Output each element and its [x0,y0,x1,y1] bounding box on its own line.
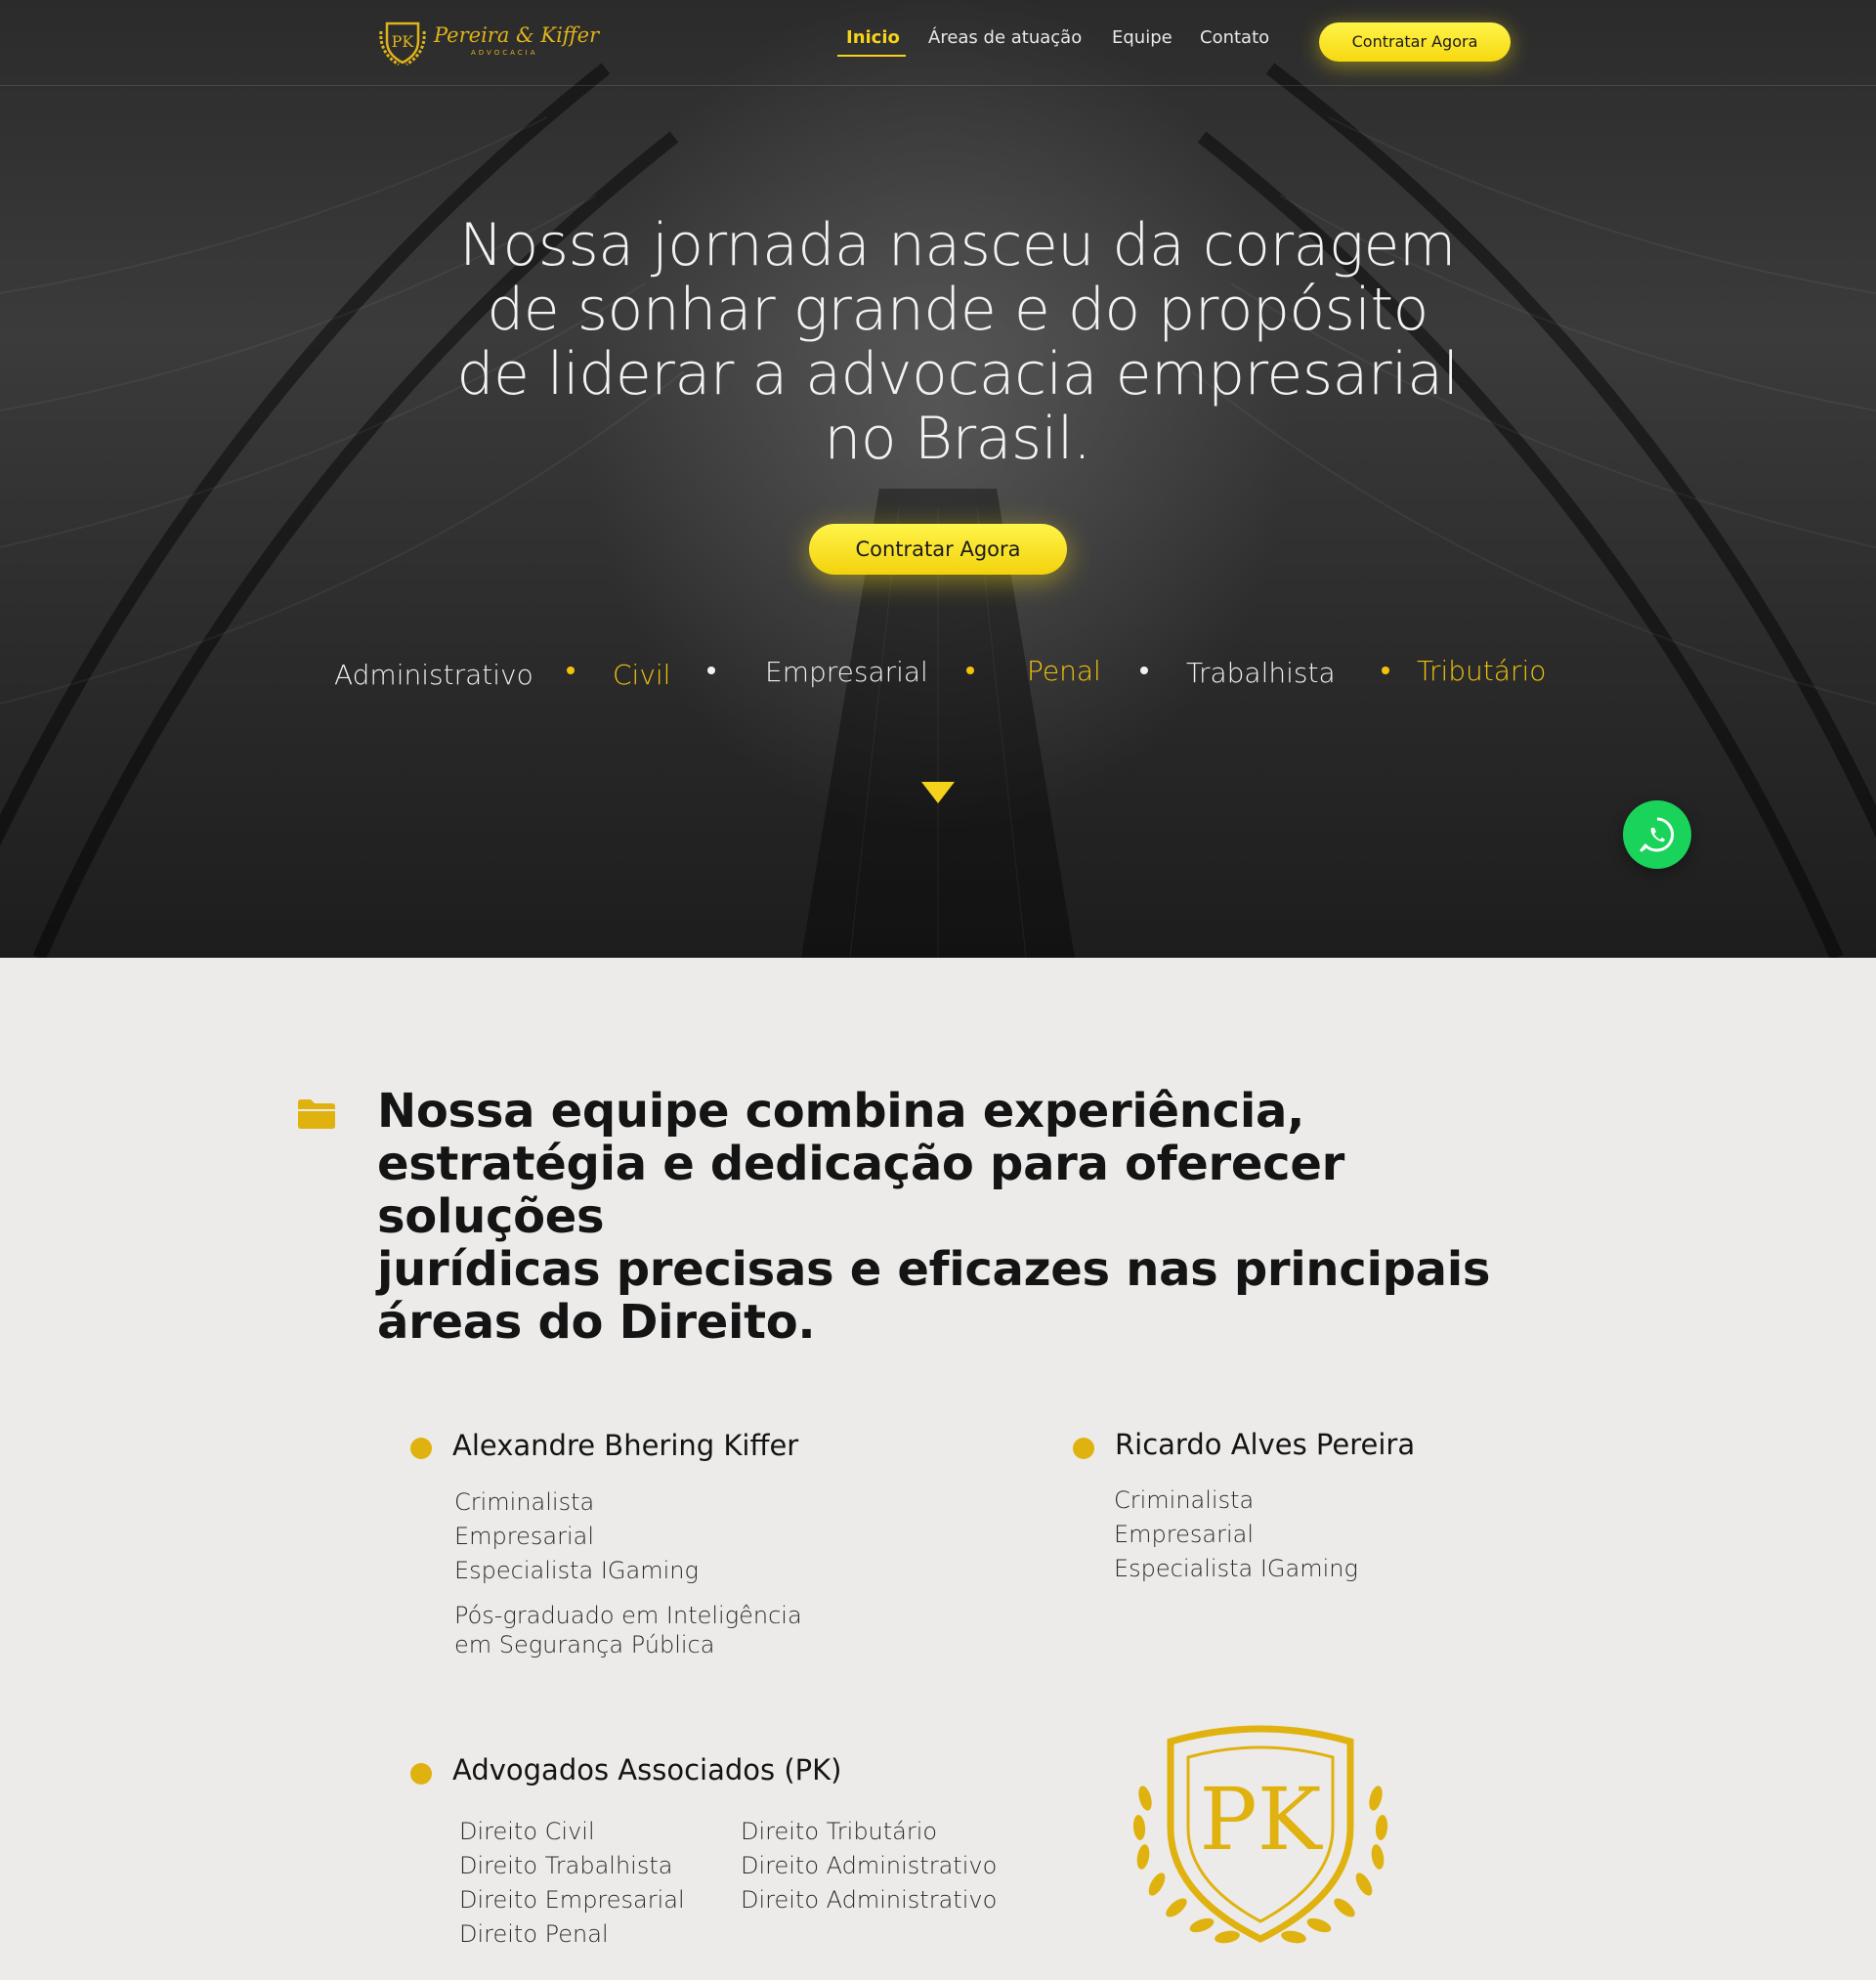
nav-contratar-button[interactable]: Contratar Agora [1319,22,1511,62]
person-specialty: Especialista IGaming [454,1557,699,1584]
area-tributario[interactable]: Tributário [1417,655,1546,687]
person-name-ricardo: Ricardo Alves Pereira [1115,1428,1416,1461]
team-heading-line: Nossa equipe combina experiência, [377,1084,1304,1139]
logo-subtext: ADVOCACIA [471,49,538,57]
nav-link-equipe[interactable]: Equipe [1112,27,1172,48]
whatsapp-button[interactable] [1623,800,1691,869]
area-separator-dot [966,667,974,674]
person-note: Pós-graduado em Inteligência em Seguranç… [454,1601,802,1659]
top-navbar: PK Pereira & Kiffer ADVOCACIA Inicio Áre… [0,0,1876,86]
person-note-line: em Segurança Pública [454,1631,715,1658]
team-heading-line: jurídicas precisas e eficazes nas princi… [377,1242,1491,1297]
svg-text:PK: PK [392,32,415,51]
person-specialty: Empresarial [454,1523,595,1550]
area-separator-dot [707,667,715,674]
person-specialty: Criminalista [454,1488,595,1516]
hero-title-line: de sonhar grande e do propósito [487,276,1428,344]
logo-crest-icon: PK [379,22,426,66]
associates-name: Advogados Associados (PK) [452,1753,842,1786]
logo[interactable]: PK Pereira & Kiffer ADVOCACIA [377,18,599,68]
area-civil[interactable]: Civil [613,659,670,691]
nav-link-contato[interactable]: Contato [1200,27,1269,48]
team-heading-line: áreas do Direito. [377,1295,816,1350]
area-penal[interactable]: Penal [1027,655,1101,687]
person-name-alexandre: Alexandre Bhering Kiffer [452,1429,799,1462]
logo-text: Pereira & Kiffer [434,23,600,47]
person-bullet [1073,1438,1094,1459]
hero-title: Nossa jornada nasceu da coragem de sonha… [420,213,1495,471]
crest-logo: PK [1132,1725,1388,1944]
associates-area: Direito Tributário [741,1818,938,1845]
folder-icon [298,1099,335,1129]
nav-active-underline [837,55,906,57]
associates-area: Direito Administrativo [741,1886,998,1914]
hero-title-line: Nossa jornada nasceu da coragem [459,211,1456,280]
area-trabalhista[interactable]: Trabalhista [1186,657,1336,689]
building-background [0,63,1876,958]
person-bullet [410,1763,432,1785]
area-separator-dot [1140,667,1148,674]
team-heading-line: estratégia e dedicação para oferecer sol… [377,1137,1344,1244]
person-specialty: Criminalista [1114,1486,1255,1514]
nav-link-inicio[interactable]: Inicio [846,27,900,48]
person-bullet [410,1438,432,1459]
area-administrativo[interactable]: Administrativo [334,659,533,691]
person-specialty: Empresarial [1114,1521,1255,1548]
associates-area: Direito Trabalhista [459,1852,673,1879]
team-heading: Nossa equipe combina experiência, estrat… [377,1085,1530,1349]
area-empresarial[interactable]: Empresarial [765,656,928,688]
whatsapp-icon [1640,817,1675,852]
svg-text:PK: PK [1200,1769,1324,1870]
associates-area: Direito Administrativo [741,1852,998,1879]
hero-title-line: no Brasil. [824,405,1091,473]
person-specialty: Especialista IGaming [1114,1555,1358,1582]
associates-area: Direito Civil [459,1818,595,1845]
chevron-down-icon[interactable] [921,782,955,803]
hero-contratar-button[interactable]: Contratar Agora [809,524,1067,575]
associates-area: Direito Empresarial [459,1886,685,1914]
person-note-line: Pós-graduado em Inteligência [454,1602,802,1629]
hero-title-line: de liderar a advocacia empresarial [456,340,1459,409]
nav-link-areas[interactable]: Áreas de atuação [928,27,1082,48]
hero-section: PK Pereira & Kiffer ADVOCACIA Inicio Áre… [0,0,1876,958]
associates-area: Direito Penal [459,1920,609,1948]
area-separator-dot [1382,667,1389,674]
area-separator-dot [567,667,575,674]
